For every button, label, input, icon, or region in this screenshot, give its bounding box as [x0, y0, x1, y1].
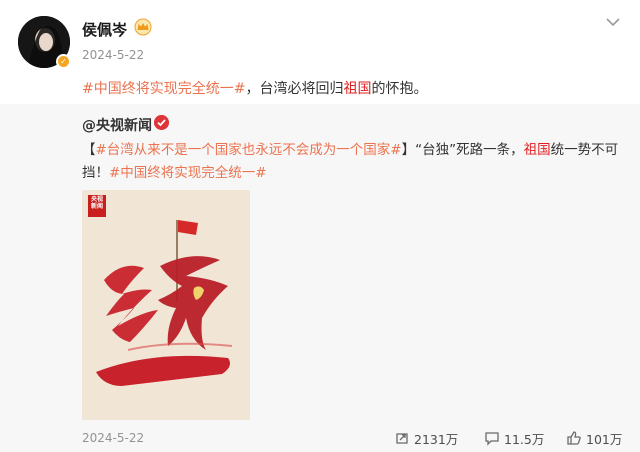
like-button[interactable]: 101万	[566, 429, 622, 447]
poster-image[interactable]: 央视 新闻	[82, 190, 250, 420]
verified-badge-icon: ✓	[56, 54, 71, 69]
highlight-keyword[interactable]: 祖国	[343, 81, 371, 97]
hashtag-link[interactable]: #中国终将实现完全统一#	[109, 165, 267, 181]
chevron-down-icon[interactable]	[602, 14, 624, 30]
comment-count: 11.5万	[504, 431, 545, 447]
weibo-post: ✓ 侯佩岑 2024-5-22 #中国终将实现完全统一#，台湾必将回归祖国的怀抱…	[0, 0, 640, 452]
repost-icon	[396, 433, 408, 444]
post-footer: 2024-5-22 2131万 11.5万 101万	[0, 422, 640, 452]
crown-icon	[134, 18, 152, 36]
repost-author[interactable]: @央视新闻	[82, 115, 152, 135]
thumbs-up-icon	[567, 431, 581, 445]
verified-icon	[154, 115, 169, 130]
post-text-part: ，台湾必将回归	[245, 81, 344, 97]
repost-date[interactable]: 2024-5-22	[82, 431, 144, 445]
reposted-card[interactable]: @央视新闻 【#台湾从来不是一个国家也永远不会成为一个国家#】“台独”死路一条，…	[0, 104, 640, 422]
repost-count: 2131万	[414, 431, 459, 447]
repost-button[interactable]: 2131万	[394, 429, 458, 447]
repost-text: 【#台湾从来不是一个国家也永远不会成为一个国家#】“台独”死路一条，祖国统一势不…	[82, 139, 622, 185]
post-text-part: 的怀抱。	[371, 81, 428, 97]
bracket-open: 【	[82, 142, 96, 158]
author-name[interactable]: 侯佩岑	[82, 19, 127, 40]
repost-text-part: “台独”死路一条，	[415, 142, 524, 158]
comment-button[interactable]: 11.5万	[484, 429, 544, 447]
post-date[interactable]: 2024-5-22	[82, 48, 144, 62]
post-text: #中国终将实现完全统一#，台湾必将回归祖国的怀抱。	[82, 78, 427, 98]
bracket-close: 】	[401, 142, 416, 158]
hashtag-link[interactable]: #中国终将实现完全统一#	[82, 81, 245, 97]
like-count: 101万	[586, 431, 623, 447]
hashtag-link[interactable]: #台湾从来不是一个国家也永远不会成为一个国家#	[96, 142, 402, 158]
calligraphy-artwork	[96, 220, 233, 386]
highlight-keyword[interactable]: 祖国	[524, 142, 551, 158]
comment-icon	[485, 432, 499, 446]
